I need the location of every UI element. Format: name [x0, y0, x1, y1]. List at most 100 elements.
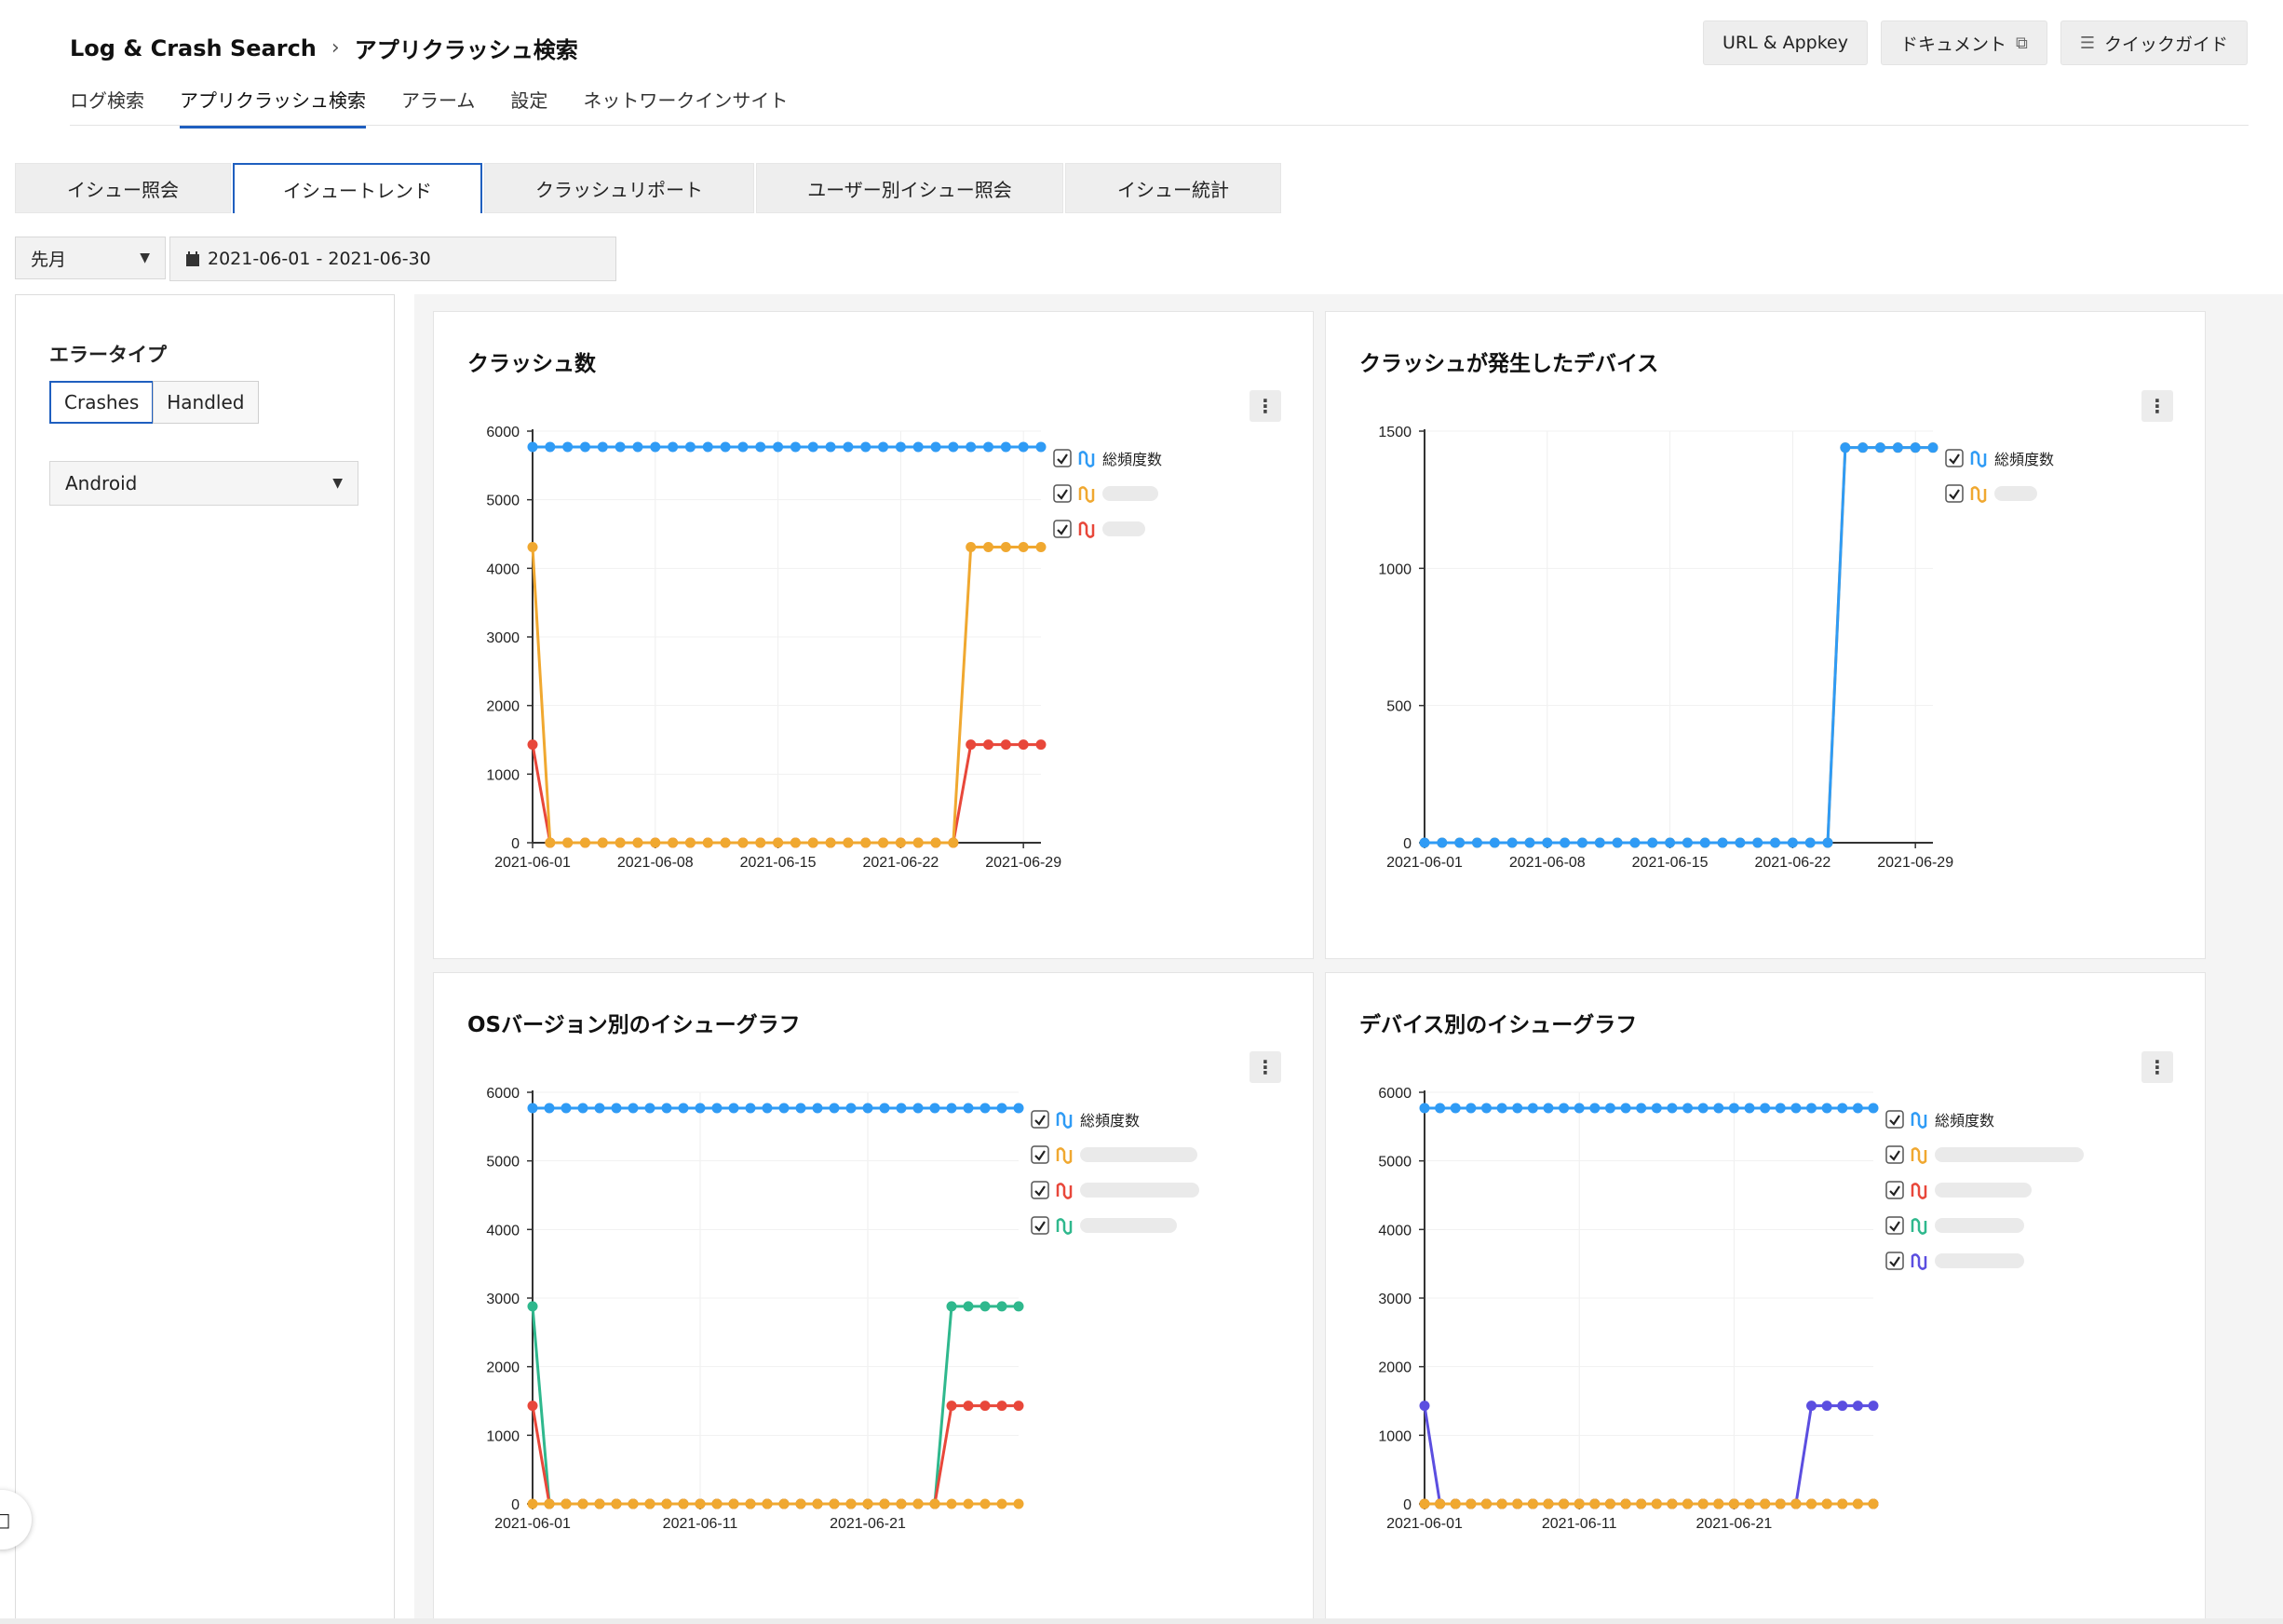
legend-checkbox — [1031, 1145, 1049, 1164]
data-point — [527, 739, 538, 751]
crashes-button[interactable]: Crashes — [49, 381, 155, 424]
data-point — [644, 1103, 655, 1114]
data-point — [702, 441, 713, 453]
more-options-icon[interactable]: ⋮ — [2141, 1051, 2173, 1083]
quick-guide-button[interactable]: ☰ クイックガイド — [2060, 20, 2248, 65]
y-tick-label: 4000 — [1378, 1223, 1412, 1238]
nav-app-crash-search[interactable]: アプリクラッシュ検索 — [180, 86, 366, 129]
data-point — [1018, 739, 1029, 751]
data-point — [1770, 837, 1781, 848]
data-point — [755, 441, 766, 453]
data-point — [895, 441, 906, 453]
data-point — [628, 1498, 639, 1509]
docs-button[interactable]: ドキュメント ⧉ — [1880, 20, 2047, 65]
data-point — [597, 441, 608, 453]
data-point — [1647, 837, 1658, 848]
series-line — [531, 545, 1041, 845]
y-tick-label: 0 — [511, 836, 520, 852]
data-point — [1419, 1498, 1430, 1509]
data-point — [1018, 541, 1029, 552]
data-point — [1496, 1103, 1507, 1114]
legend-checkbox — [1885, 1252, 1904, 1270]
data-point — [1013, 1498, 1024, 1509]
period-value: 先月 — [31, 249, 67, 270]
data-point — [966, 441, 977, 453]
data-point — [895, 837, 906, 848]
data-point — [1419, 837, 1430, 848]
series-icon — [1911, 1112, 1927, 1129]
series-icon — [1911, 1218, 1927, 1235]
x-tick-label: 2021-06-21 — [830, 1516, 906, 1532]
y-tick-label: 2000 — [486, 1360, 520, 1376]
data-point — [930, 441, 941, 453]
data-point — [879, 1498, 890, 1509]
chart-title: クラッシュ数 — [467, 352, 596, 376]
nav-log-search[interactable]: ログ検索 — [70, 86, 144, 129]
more-options-icon[interactable]: ⋮ — [2141, 390, 2173, 422]
data-point — [946, 1103, 957, 1114]
nav-settings[interactable]: 設定 — [510, 86, 547, 129]
tab-issue-trend[interactable]: イシュートレンド — [233, 163, 482, 213]
more-options-icon[interactable]: ⋮ — [1250, 1051, 1281, 1083]
data-point — [1852, 1401, 1863, 1412]
data-point — [1013, 1301, 1024, 1312]
data-point — [1000, 739, 1011, 751]
data-point — [1435, 1103, 1446, 1114]
nav-alarm[interactable]: アラーム — [401, 86, 475, 129]
docs-label: ドキュメント — [1899, 34, 2006, 55]
data-point — [1804, 837, 1816, 848]
series-icon — [1911, 1147, 1927, 1164]
data-point — [963, 1103, 974, 1114]
data-point — [1480, 1498, 1492, 1509]
data-point — [1697, 1103, 1709, 1114]
breadcrumb-root[interactable]: Log & Crash Search — [70, 35, 317, 61]
data-point — [1665, 837, 1676, 848]
data-point — [773, 441, 784, 453]
data-point — [790, 441, 801, 453]
data-point — [1868, 1498, 1879, 1509]
data-point — [1651, 1103, 1662, 1114]
nav-network-insight[interactable]: ネットワークインサイト — [583, 86, 788, 129]
data-point — [661, 1498, 672, 1509]
line-chart: 0 1000 2000 3000 4000 5000 6000 2021-06-01 2021-… — [486, 1086, 1199, 1532]
tab-issue-stats[interactable]: イシュー統計 — [1065, 163, 1281, 213]
legend-label-redacted — [1935, 1147, 2084, 1162]
data-point — [946, 1498, 957, 1509]
data-point — [1035, 541, 1047, 552]
x-tick-label: 2021-06-29 — [1877, 855, 1953, 871]
line-chart: 0 500 1000 1500 2021-06-01 2021-06-08 2021-06-… — [1378, 425, 2054, 871]
handled-button[interactable]: Handled — [153, 381, 259, 424]
y-tick-label: 1000 — [1378, 562, 1412, 577]
data-point — [720, 837, 731, 848]
y-tick-label: 1500 — [1378, 425, 1412, 440]
tab-crash-report[interactable]: クラッシュリポート — [484, 163, 754, 213]
data-point — [1559, 1103, 1570, 1114]
url-appkey-button[interactable]: URL & Appkey — [1703, 20, 1868, 65]
tab-issue-by-user[interactable]: ユーザー別イシュー照会 — [756, 163, 1063, 213]
data-point — [579, 441, 590, 453]
legend-label-redacted — [1080, 1147, 1197, 1162]
y-tick-label: 0 — [511, 1497, 520, 1513]
external-link-icon: ⧉ — [2015, 33, 2028, 53]
data-point — [594, 1498, 605, 1509]
tab-issue-lookup[interactable]: イシュー照会 — [15, 163, 231, 213]
legend-checkbox — [1885, 1216, 1904, 1235]
more-options-icon[interactable]: ⋮ — [1250, 390, 1281, 422]
legend-label-redacted — [1935, 1253, 2024, 1268]
chart-title: クラッシュが発生したデバイス — [1359, 352, 1659, 376]
data-point — [644, 1498, 655, 1509]
data-point — [1419, 1103, 1430, 1114]
data-point — [966, 739, 977, 751]
data-point — [778, 1498, 790, 1509]
data-point — [527, 1301, 538, 1312]
data-point — [1735, 837, 1746, 848]
data-point — [983, 441, 994, 453]
data-point — [579, 837, 590, 848]
os-select[interactable]: Android ▼ — [49, 461, 358, 506]
data-point — [737, 441, 749, 453]
data-point — [1559, 1498, 1570, 1509]
data-point — [946, 1401, 957, 1412]
data-point — [1450, 1498, 1461, 1509]
period-select[interactable]: 先月 ▼ — [15, 237, 166, 279]
date-range-picker[interactable]: 2021-06-01 - 2021-06-30 — [169, 237, 616, 281]
